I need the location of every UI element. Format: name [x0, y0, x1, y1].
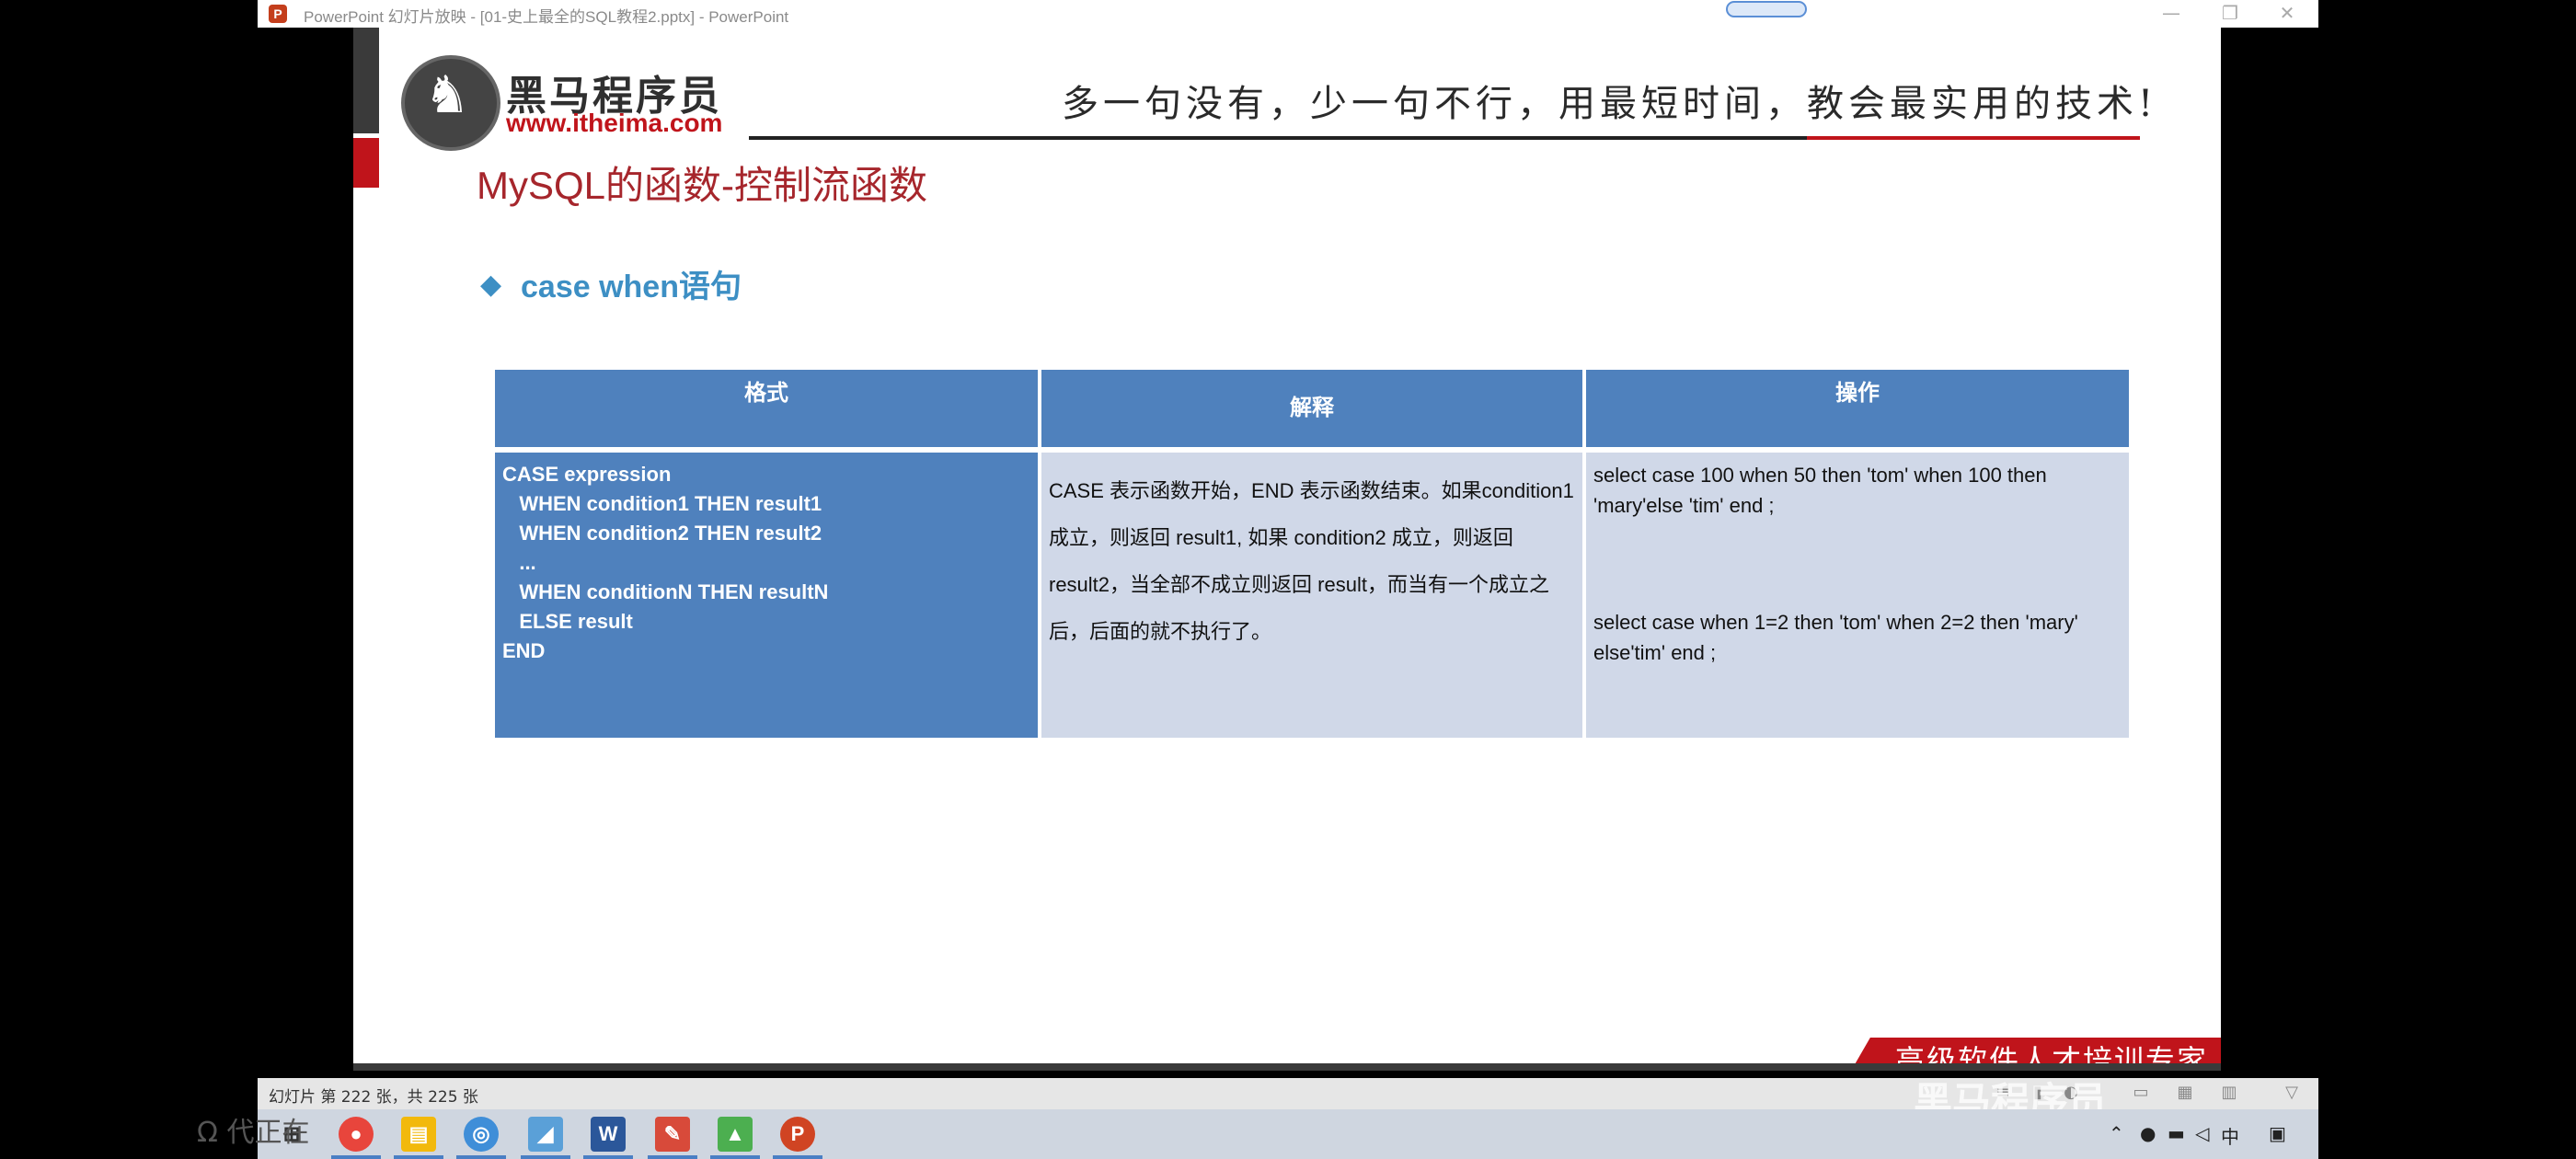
normal-view-icon[interactable]: ▭: [2131, 1084, 2151, 1102]
taskbar-active-indicator: [331, 1155, 381, 1159]
table-header-explanation: 解释: [1041, 370, 1582, 447]
taskbar-active-indicator: [648, 1155, 697, 1159]
table-header-operation: 操作: [1586, 370, 2129, 447]
format-line: WHEN condition2 THEN result2: [502, 522, 822, 545]
volume-icon[interactable]: ◁: [2195, 1122, 2209, 1144]
diamond-bullet-icon: ◆: [480, 269, 502, 301]
taskbar-active-indicator: [456, 1155, 506, 1159]
reading-view-icon[interactable]: ▥: [2219, 1084, 2239, 1102]
left-accent-bar-dark: [353, 28, 379, 133]
horse-logo-icon: ♞: [423, 65, 471, 125]
table-header-format: 格式: [495, 370, 1038, 447]
window-title-bar: P PowerPoint 幻灯片放映 - [01-史上最全的SQL教程2.ppt…: [258, 0, 2318, 28]
image-tool-icon[interactable]: ▲: [718, 1117, 753, 1152]
taskbar-active-indicator: [583, 1155, 633, 1159]
table-cell-format: CASE expression WHEN condition1 THEN res…: [495, 453, 1038, 738]
format-line: WHEN condition1 THEN result1: [502, 492, 822, 515]
format-line: ELSE result: [502, 610, 633, 633]
slideshow-toolbar-handle[interactable]: [1726, 1, 1807, 17]
browser-icon[interactable]: ◎: [464, 1117, 499, 1152]
slide-canvas[interactable]: ♞ 黑马程序员 www.itheima.com 多一句没有，少一句不行，用最短时…: [353, 28, 2221, 1071]
header-rule-dark: [749, 136, 1807, 140]
app-icon[interactable]: ◢: [528, 1117, 563, 1152]
left-accent-bar-red: [353, 138, 379, 188]
tray-chevron-icon[interactable]: ⌃: [2109, 1122, 2124, 1144]
paint-tool-icon[interactable]: ✎: [655, 1117, 690, 1152]
notification-icon[interactable]: ▣: [2269, 1122, 2286, 1144]
format-line: CASE expression: [502, 463, 672, 486]
operation-example-1: select case 100 when 50 then 'tom' when …: [1593, 464, 2047, 517]
word-icon[interactable]: W: [591, 1117, 626, 1152]
taskbar-active-indicator: [773, 1155, 822, 1159]
slideshow-view-icon[interactable]: ▽: [2282, 1084, 2302, 1102]
table-cell-explanation: CASE 表示函数开始，END 表示函数结束。如果condition1 成立，则…: [1041, 453, 1582, 738]
chrome-icon[interactable]: ●: [339, 1117, 374, 1152]
file-explorer-icon[interactable]: ▤: [401, 1117, 436, 1152]
header-rule-red: [1807, 136, 2140, 140]
case-when-table: 格式 解释 操作 CASE expression WHEN condition1…: [495, 370, 2129, 765]
format-line: WHEN conditionN THEN resultN: [502, 580, 829, 603]
window-title: PowerPoint 幻灯片放映 - [01-史上最全的SQL教程2.pptx]…: [304, 8, 789, 26]
battery-icon[interactable]: ▬: [2168, 1122, 2185, 1144]
windows-taskbar: ⊞ ● ▤ ◎ ◢ W ✎ ▲ P ⌃ ● ▬ ◁ 中 ▣: [258, 1109, 2318, 1159]
slide-sorter-icon[interactable]: ▦: [2175, 1084, 2195, 1102]
taskbar-active-indicator: [710, 1155, 760, 1159]
side-status-text: Ω 代正在: [197, 1117, 310, 1149]
slide-bottom-bar: [353, 1063, 2221, 1071]
slogan: 多一句没有，少一句不行，用最短时间，教会最实用的技术!: [1062, 83, 2158, 125]
operation-example-2: select case when 1=2 then 'tom' when 2=2…: [1593, 611, 2078, 664]
taskbar-active-indicator: [394, 1155, 443, 1159]
table-cell-operation: select case 100 when 50 then 'tom' when …: [1586, 453, 2129, 738]
logo-url: www.itheima.com: [506, 109, 723, 137]
microphone-icon[interactable]: ●: [2140, 1122, 2156, 1144]
powerpoint-taskbar-icon[interactable]: P: [780, 1117, 815, 1152]
restore-button[interactable]: ❐: [2202, 0, 2258, 28]
slide-counter: 幻灯片 第 222 张，共 225 张: [269, 1088, 478, 1107]
powerpoint-icon: P: [269, 5, 287, 23]
close-button[interactable]: ✕: [2260, 0, 2315, 28]
minimize-button[interactable]: —: [2144, 0, 2199, 28]
input-method-icon[interactable]: 中: [2221, 1122, 2239, 1149]
taskbar-active-indicator: [521, 1155, 570, 1159]
section-title: case when语句: [521, 270, 742, 304]
format-line: ...: [502, 551, 536, 574]
slide-title: MySQL的函数-控制流函数: [477, 164, 928, 207]
format-line: END: [502, 639, 546, 662]
